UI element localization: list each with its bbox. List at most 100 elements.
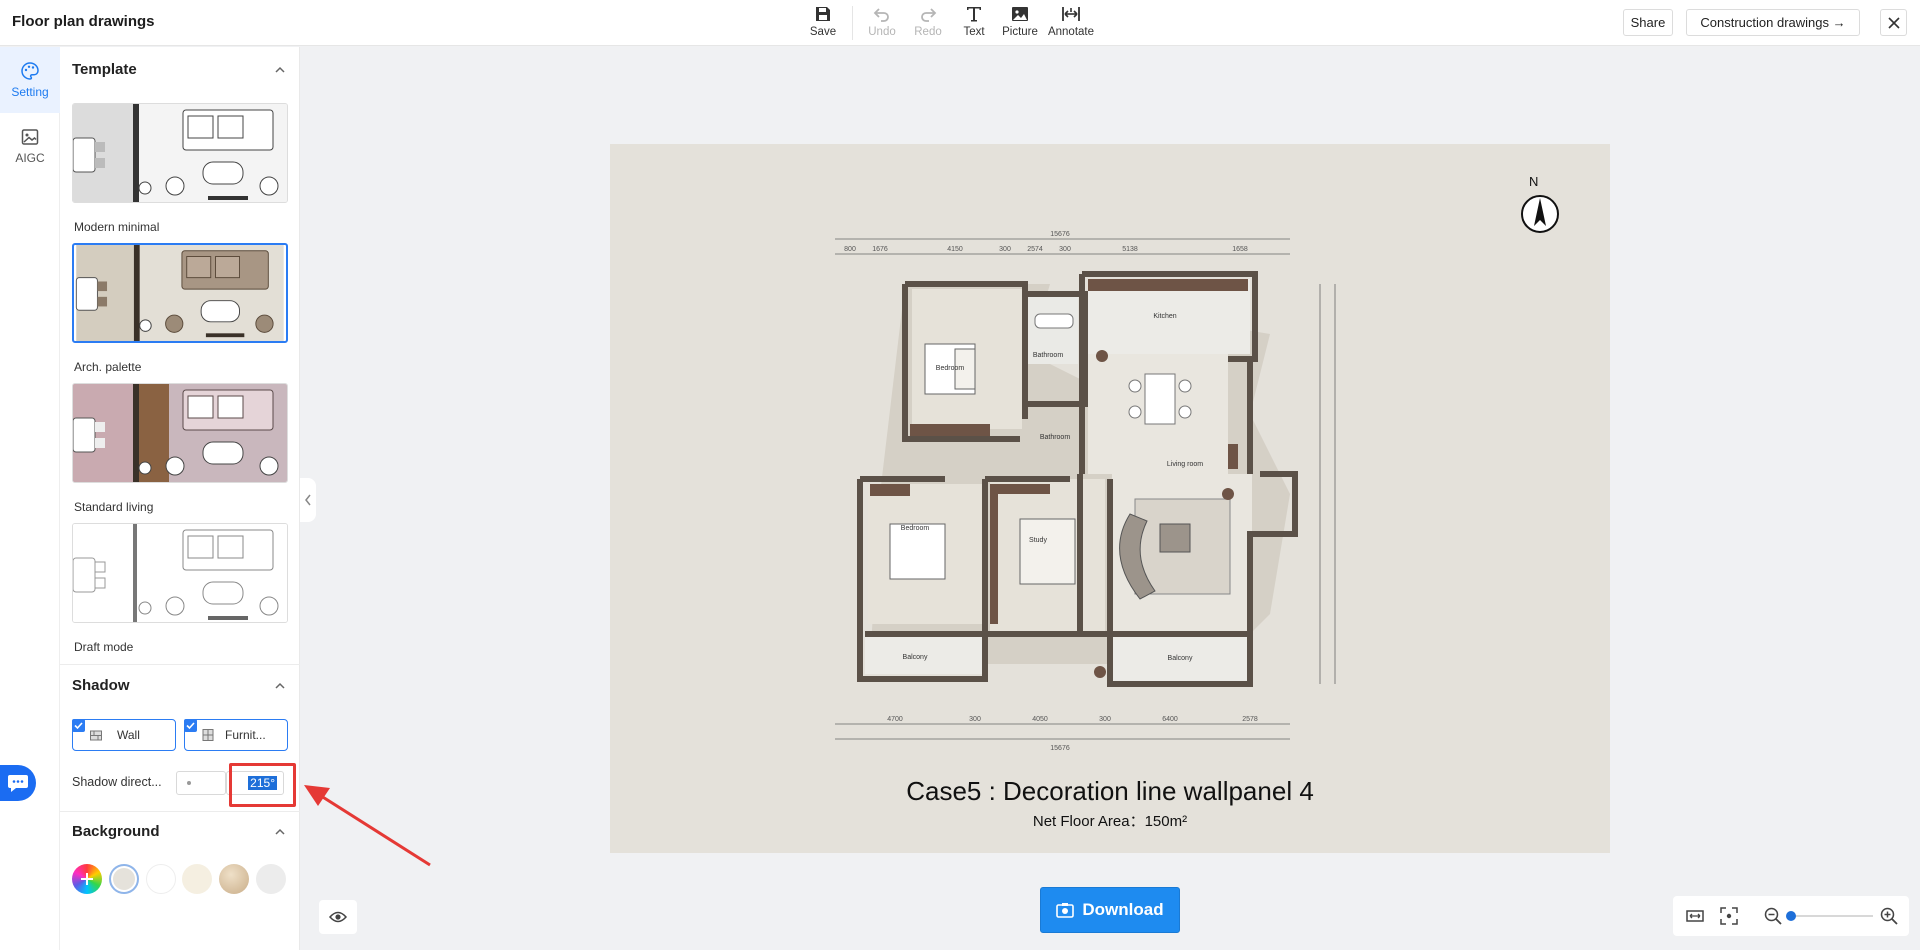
furniture-icon: [202, 729, 214, 741]
share-button[interactable]: Share: [1623, 9, 1673, 36]
zoom-out-icon[interactable]: [1763, 906, 1783, 926]
chevron-left-icon: [305, 494, 311, 506]
construction-drawings-button[interactable]: Construction drawings →: [1686, 9, 1860, 36]
template-thumbnail-standard-living[interactable]: [72, 383, 288, 483]
template-preview-image: [73, 384, 287, 482]
chat-support-button[interactable]: [0, 765, 36, 801]
net-floor-area: Net Floor Area：150m²: [1032, 813, 1188, 830]
dimension-icon: [1062, 7, 1080, 21]
picture-tool-button[interactable]: Picture: [997, 4, 1043, 42]
wall-icon: [90, 730, 102, 741]
background-swatch-selected[interactable]: [109, 864, 139, 894]
shadow-furniture-label: Furnit...: [225, 728, 266, 742]
template-thumbnail-modern-minimal[interactable]: [72, 103, 288, 203]
camera-icon: [1056, 903, 1075, 918]
template-thumbnail-arch-palette[interactable]: [72, 243, 288, 343]
svg-text:300: 300: [1099, 716, 1111, 723]
checkbox-checked-icon: [184, 719, 197, 732]
fit-width-icon[interactable]: [1685, 906, 1705, 926]
svg-text:4050: 4050: [1032, 716, 1048, 723]
svg-text:800: 800: [844, 246, 856, 253]
chat-icon: [8, 775, 28, 792]
download-button[interactable]: Download: [1040, 887, 1180, 933]
svg-text:Balcony: Balcony: [903, 654, 928, 661]
zoom-controls: [1673, 896, 1909, 936]
background-swatch[interactable]: [219, 864, 249, 894]
shadow-furniture-toggle[interactable]: Furnit...: [184, 719, 288, 751]
toolbar: Save Undo Redo Text Picture Annotate: [800, 4, 1099, 42]
shadow-direction-dial[interactable]: [176, 771, 226, 795]
download-label: Download: [1082, 900, 1164, 919]
svg-text:Bathroom: Bathroom: [1033, 352, 1064, 359]
background-swatch[interactable]: [256, 864, 286, 894]
svg-text:4700: 4700: [887, 716, 903, 723]
picture-tool-label: Picture: [1002, 26, 1038, 38]
top-bar: Floor plan drawings Save Undo Redo Text …: [0, 0, 1920, 46]
settings-panel: Template Modern minimal Arch. palette St…: [60, 47, 300, 950]
redo-button[interactable]: Redo: [905, 4, 951, 42]
svg-text:2578: 2578: [1242, 716, 1258, 723]
svg-text:2574: 2574: [1027, 246, 1043, 253]
chevron-up-icon[interactable]: [274, 64, 286, 76]
save-label: Save: [809, 26, 837, 38]
save-icon: [816, 7, 830, 21]
template-preview-image: [73, 524, 287, 622]
chevron-up-icon[interactable]: [274, 680, 286, 692]
template-label: Standard living: [74, 500, 154, 514]
preview-toggle-button[interactable]: [319, 900, 357, 934]
svg-text:6400: 6400: [1162, 716, 1178, 723]
text-tool-label: Text: [963, 26, 985, 38]
left-rail: Setting AIGC: [0, 47, 60, 950]
plus-icon: [81, 873, 93, 885]
svg-text:Bedroom: Bedroom: [901, 525, 930, 532]
toolbar-divider: [852, 6, 853, 40]
section-divider: [60, 811, 300, 812]
annotate-tool-label: Annotate: [1047, 26, 1095, 38]
svg-text:4150: 4150: [947, 246, 963, 253]
template-label: Draft mode: [74, 640, 134, 654]
undo-label: Undo: [868, 26, 896, 38]
chevron-up-icon[interactable]: [274, 826, 286, 838]
background-swatch[interactable]: [146, 864, 176, 894]
palette-icon: [21, 62, 39, 80]
svg-text:300: 300: [999, 246, 1011, 253]
picture-icon: [1012, 7, 1028, 21]
svg-text:Balcony: Balcony: [1168, 655, 1193, 662]
template-thumbnail-draft-mode[interactable]: [72, 523, 288, 623]
background-swatch[interactable]: [182, 864, 212, 894]
collapse-panel-handle[interactable]: [300, 478, 316, 522]
compass-icon: [1521, 195, 1559, 233]
svg-text:Living room: Living room: [1167, 461, 1203, 468]
save-button[interactable]: Save: [800, 4, 846, 42]
zoom-slider-track[interactable]: [1789, 915, 1873, 917]
rail-item-aigc[interactable]: AIGC: [0, 113, 60, 179]
fit-screen-icon[interactable]: [1719, 906, 1739, 926]
template-preview-image: [73, 104, 287, 202]
redo-icon: [921, 8, 937, 22]
zoom-slider-handle[interactable]: [1786, 911, 1796, 921]
drawing-sheet[interactable]: N Kitchen Bedroom Bathroom Bathroom Livi…: [610, 144, 1610, 853]
close-icon: [1887, 16, 1900, 29]
rail-item-setting[interactable]: Setting: [0, 47, 60, 113]
dial-dot: [187, 781, 191, 785]
svg-text:5138: 5138: [1122, 246, 1138, 253]
template-label: Arch. palette: [74, 360, 142, 374]
shadow-wall-toggle[interactable]: Wall: [72, 719, 176, 751]
app-title: Floor plan drawings: [12, 13, 155, 30]
custom-color-swatch[interactable]: [72, 864, 102, 894]
shadow-section-title: Shadow: [72, 677, 130, 694]
text-tool-button[interactable]: Text: [951, 4, 997, 42]
checkbox-checked-icon: [72, 719, 85, 732]
close-button[interactable]: [1880, 9, 1907, 36]
svg-text:Study: Study: [1029, 537, 1047, 544]
undo-button[interactable]: Undo: [859, 4, 905, 42]
svg-text:300: 300: [1059, 246, 1071, 253]
aigc-image-icon: [21, 129, 39, 145]
svg-text:Kitchen: Kitchen: [1153, 313, 1176, 320]
template-label: Modern minimal: [74, 220, 160, 234]
red-arrow-annotation: [304, 785, 431, 867]
shadow-wall-label: Wall: [117, 728, 140, 742]
zoom-in-icon[interactable]: [1879, 906, 1899, 926]
svg-text:15676: 15676: [1050, 231, 1070, 238]
annotate-tool-button[interactable]: Annotate: [1043, 4, 1099, 42]
